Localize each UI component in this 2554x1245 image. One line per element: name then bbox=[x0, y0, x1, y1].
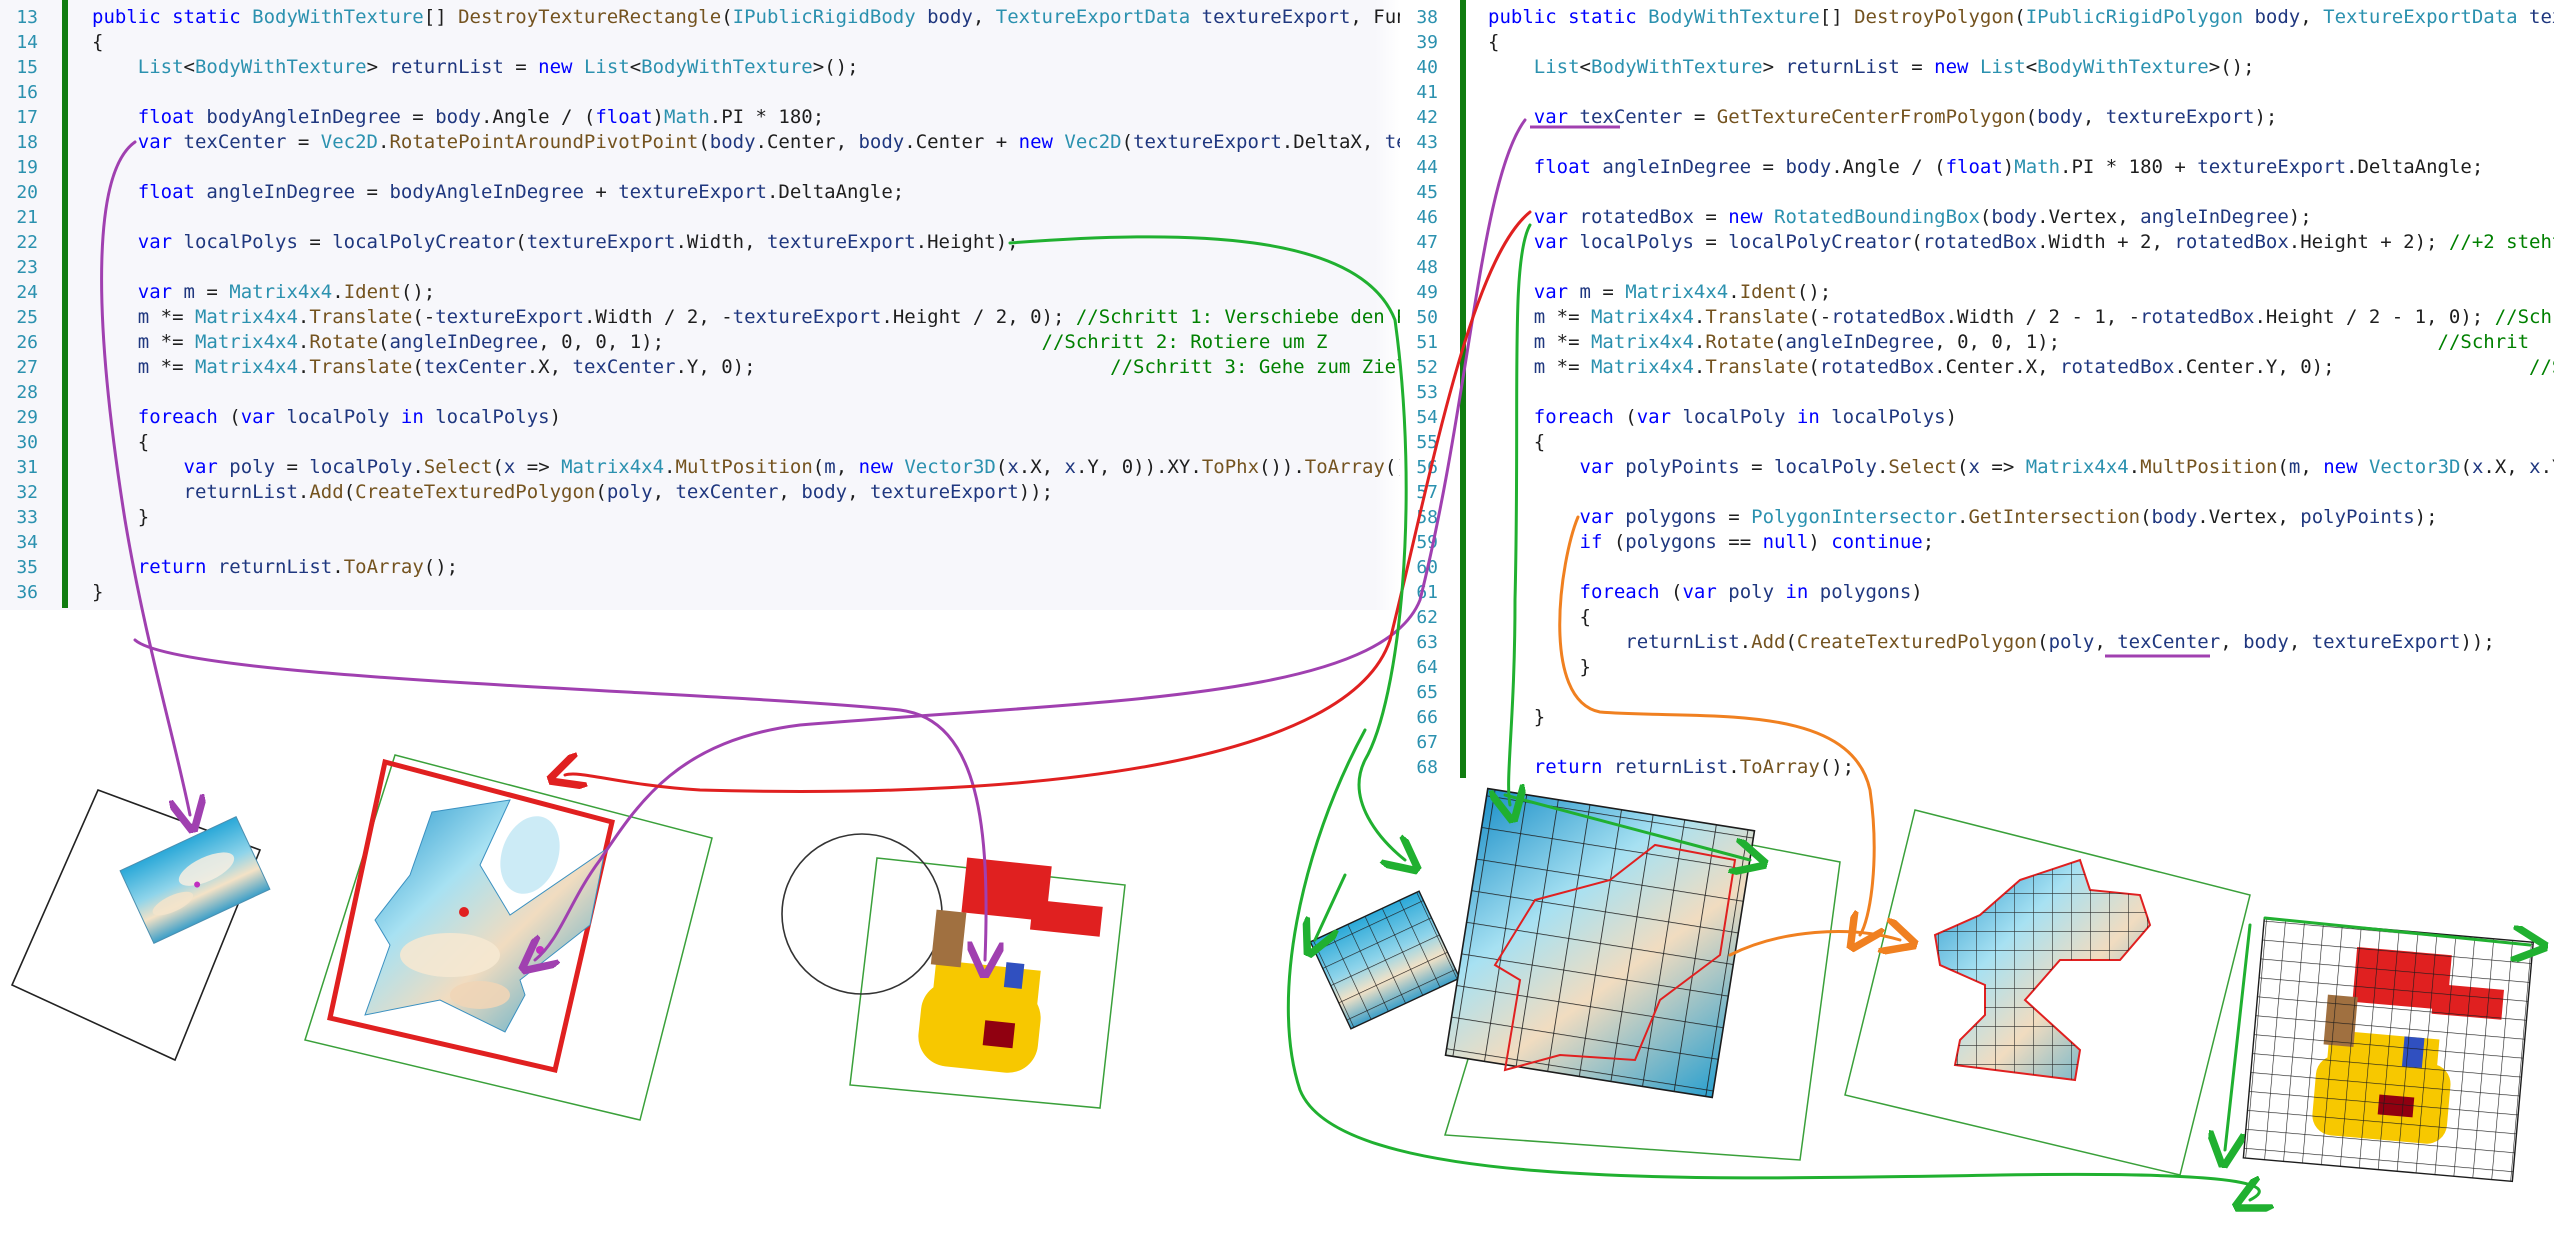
arrows bbox=[100, 118, 2530, 1200]
figure-rectangle-star-texture bbox=[304, 754, 713, 1121]
diagram-canvas bbox=[10, 118, 2554, 1245]
figure-circle-pixel-face bbox=[781, 833, 1126, 1109]
figure-pixel-face-grid bbox=[2242, 917, 2535, 1183]
figure-rotated-body-texture bbox=[10, 788, 271, 1062]
figure-small-grid-tile bbox=[1309, 890, 1461, 1030]
figure-large-grid-polygon bbox=[1444, 787, 1841, 1161]
figure-clipped-star-grid bbox=[1844, 809, 2251, 1176]
